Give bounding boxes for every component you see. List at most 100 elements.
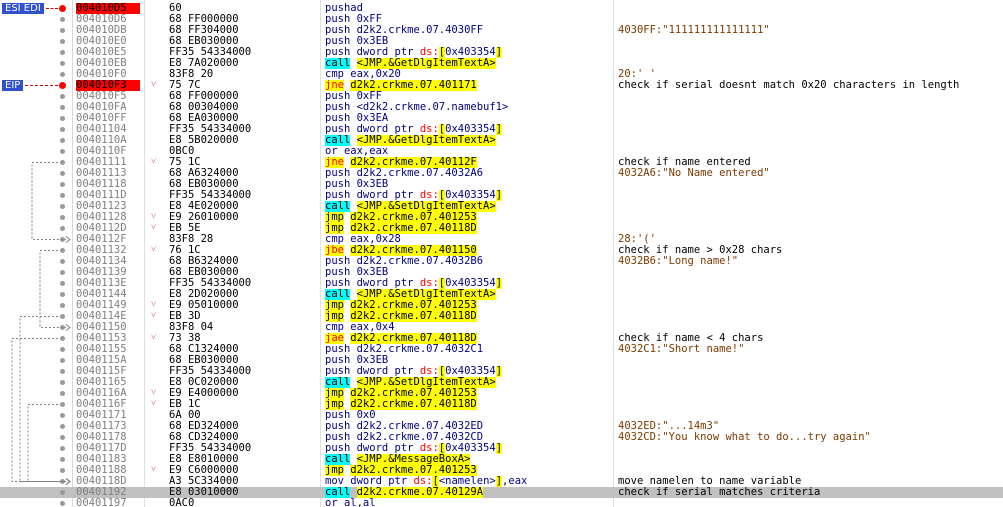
breakpoint-slot-icon[interactable] [60,303,65,308]
instruction-row[interactable]: 0040115A 68 EB030000 push 0x3EB [0,355,1003,366]
instruction-row[interactable]: 0040113E FF35 54334000 push dword ptr ds:[… [0,278,1003,289]
instruction-row[interactable]: 00401132 ˅ 76 1C jbe d2k2.crkme.07.401150 ch… [0,245,1003,256]
instruction-row[interactable]: 00401149 ˅ E9 05010000 jmp d2k2.crkme.07.40… [0,300,1003,311]
breakpoint-slot-icon[interactable] [60,61,65,66]
operand-target[interactable]: d2k2.crkme.07.401253 [350,465,477,476]
instruction-row[interactable]: 0040111D FF35 54334000 push dword ptr ds:[… [0,190,1003,201]
instruction-row[interactable]: 004010EB E8 7A020000 call <JMP.&GetDlgItem… [0,58,1003,69]
instruction-row[interactable]: 00401150 83F8 04 cmp eax,0x4 [0,322,1003,333]
breakpoint-slot-icon[interactable] [60,39,65,44]
breakpoint-slot-icon[interactable] [60,369,65,374]
breakpoint-slot-icon[interactable] [60,380,65,385]
breakpoint-slot-icon[interactable] [60,336,65,341]
breakpoint-slot-icon[interactable] [60,248,65,253]
instruction-row[interactable]: 004010F3 ˅ 75 7C jne d2k2.crkme.07.401171 ch… [0,80,1003,91]
operand-target[interactable]: d2k2.crkme.07.40118D [350,399,477,410]
breakpoint-slot-icon[interactable] [60,270,65,275]
instruction-row[interactable]: 00401173 68 ED324000 push d2k2.crkme.07.40… [0,421,1003,432]
breakpoint-slot-icon[interactable] [60,72,65,77]
instruction-row[interactable]: 004010F5 68 FF000000 push 0xFF [0,91,1003,102]
operand-target[interactable]: d2k2.crkme.07.40112F [350,157,477,168]
breakpoint-slot-icon[interactable] [60,468,65,473]
instruction-row[interactable]: 0040118D A3 5C334000 mov dword ptr ds:[<na… [0,476,1003,487]
breakpoint-slot-icon[interactable] [60,28,65,33]
instruction-row[interactable]: 004010DB 68 FF304000 push d2k2.crkme.07.40… [0,25,1003,36]
instruction-row[interactable]: 00401134 68 B6324000 push d2k2.crkme.07.40… [0,256,1003,267]
breakpoint-slot-icon[interactable] [60,457,65,462]
breakpoint-slot-icon[interactable] [60,215,65,220]
operand-target[interactable]: <JMP.&GetDlgItemTextA> [356,58,496,69]
operand-target[interactable]: d2k2.crkme.07.40118D [350,333,477,344]
instruction-row[interactable]: 0040115F FF35 54334000 push dword ptr ds:[… [0,366,1003,377]
breakpoint-slot-icon[interactable] [60,424,65,429]
instruction-row[interactable]: 0040116F ˅ EB 1C jmp d2k2.crkme.07.40118D [0,399,1003,410]
instruction-row[interactable]: 004010FA 68 00304000 push <d2k2.crkme.07.n… [0,102,1003,113]
instruction-row[interactable]: 00401139 68 EB030000 push 0x3EB [0,267,1003,278]
instruction-row[interactable]: 00401123 E8 4E020000 call <JMP.&SetDlgItem… [0,201,1003,212]
breakpoint-slot-icon[interactable] [60,50,65,55]
instruction-row[interactable]: 004010E0 68 EB030000 push 0x3EB [0,36,1003,47]
breakpoint-slot-icon[interactable] [60,193,65,198]
instruction-row[interactable]: 00401153 ˅ 73 38 jae d2k2.crkme.07.40118D ch… [0,333,1003,344]
breakpoint-slot-icon[interactable] [60,149,65,154]
breakpoint-slot-icon[interactable] [60,127,65,132]
operand-target[interactable]: <JMP.&SetDlgItemTextA> [356,377,496,388]
breakpoint-slot-icon[interactable] [60,171,65,176]
operand-target[interactable]: d2k2.crkme.07.40129A [356,487,484,498]
instruction-row[interactable]: 00401165 E8 0C020000 call <JMP.&SetDlgItem… [0,377,1003,388]
instruction-row[interactable]: 00401104 FF35 54334000 push dword ptr ds:[… [0,124,1003,135]
breakpoint-icon[interactable] [59,82,66,89]
instruction-row[interactable]: 004010FF 68 EA030000 push 0x3EA [0,113,1003,124]
breakpoint-slot-icon[interactable] [60,446,65,451]
disassembly-view[interactable]: 004010D5 60 pushad 004010D6 68 FF000000 push … [0,0,1003,507]
instruction-row[interactable]: 00401192 E8 03010000 call d2k2.crkme.07.40… [0,487,1003,498]
breakpoint-slot-icon[interactable] [60,116,65,121]
operand-target[interactable]: d2k2.crkme.07.40118D [350,223,477,234]
instruction-row[interactable]: 004010D6 68 FF000000 push 0xFF [0,14,1003,25]
instruction-row[interactable]: 0040112D ˅ EB 5E jmp d2k2.crkme.07.40118D [0,223,1003,234]
instruction-row[interactable]: 0040116A ˅ E9 E4000000 jmp d2k2.crkme.07.40… [0,388,1003,399]
operand-target[interactable]: <JMP.&SetDlgItemTextA> [356,201,496,212]
instruction-row[interactable]: 00401155 68 C1324000 push d2k2.crkme.07.40… [0,344,1003,355]
breakpoint-slot-icon[interactable] [60,204,65,209]
instruction-row[interactable]: 0040110F 0BC0 or eax,eax [0,146,1003,157]
operand-target[interactable]: d2k2.crkme.07.401253 [350,300,477,311]
breakpoint-slot-icon[interactable] [60,402,65,407]
instruction-row[interactable]: 004010E5 FF35 54334000 push dword ptr ds:[… [0,47,1003,58]
breakpoint-slot-icon[interactable] [60,259,65,264]
instruction-row[interactable]: 00401171 6A 00 push 0x0 [0,410,1003,421]
breakpoint-slot-icon[interactable] [60,325,65,330]
instruction-row[interactable]: 004010D5 60 pushad [0,3,1003,14]
instruction-row[interactable]: 00401144 E8 2D020000 call <JMP.&SetDlgItem… [0,289,1003,300]
breakpoint-slot-icon[interactable] [60,105,65,110]
breakpoint-slot-icon[interactable] [60,226,65,231]
breakpoint-slot-icon[interactable] [60,347,65,352]
breakpoint-slot-icon[interactable] [60,160,65,165]
instruction-row[interactable]: 0040110A E8 5B020000 call <JMP.&GetDlgItem… [0,135,1003,146]
operand-target[interactable]: d2k2.crkme.07.40118D [350,311,477,322]
instruction-row[interactable]: 00401111 ˅ 75 1C jne d2k2.crkme.07.40112F ch… [0,157,1003,168]
operand-target[interactable]: d2k2.crkme.07.401253 [350,212,477,223]
instruction-row[interactable]: 0040114E ˅ EB 3D jmp d2k2.crkme.07.40118D [0,311,1003,322]
operand-target[interactable]: <JMP.&SetDlgItemTextA> [356,289,496,300]
operand-target[interactable]: d2k2.crkme.07.401171 [350,80,477,91]
instruction-row[interactable]: 00401128 ˅ E9 26010000 jmp d2k2.crkme.07.40… [0,212,1003,223]
breakpoint-slot-icon[interactable] [60,435,65,440]
operand-target[interactable]: <JMP.&GetDlgItemTextA> [356,135,496,146]
instruction-row[interactable]: 00401197 0AC0 or al,al [0,498,1003,507]
instruction-row[interactable]: 00401178 68 CD324000 push d2k2.crkme.07.40… [0,432,1003,443]
breakpoint-slot-icon[interactable] [60,490,65,495]
breakpoint-slot-icon[interactable] [60,479,65,484]
breakpoint-slot-icon[interactable] [60,314,65,319]
breakpoint-slot-icon[interactable] [60,413,65,418]
breakpoint-icon[interactable] [59,5,66,12]
instruction-row[interactable]: 004010F0 83F8 20 cmp eax,0x20 20:' ' [0,69,1003,80]
operand-target[interactable]: d2k2.crkme.07.401253 [350,388,477,399]
breakpoint-slot-icon[interactable] [60,501,65,506]
breakpoint-slot-icon[interactable] [60,358,65,363]
breakpoint-slot-icon[interactable] [60,138,65,143]
breakpoint-slot-icon[interactable] [60,94,65,99]
breakpoint-slot-icon[interactable] [60,391,65,396]
breakpoint-slot-icon[interactable] [60,17,65,22]
operand-target[interactable]: <JMP.&MessageBoxA> [356,454,471,465]
